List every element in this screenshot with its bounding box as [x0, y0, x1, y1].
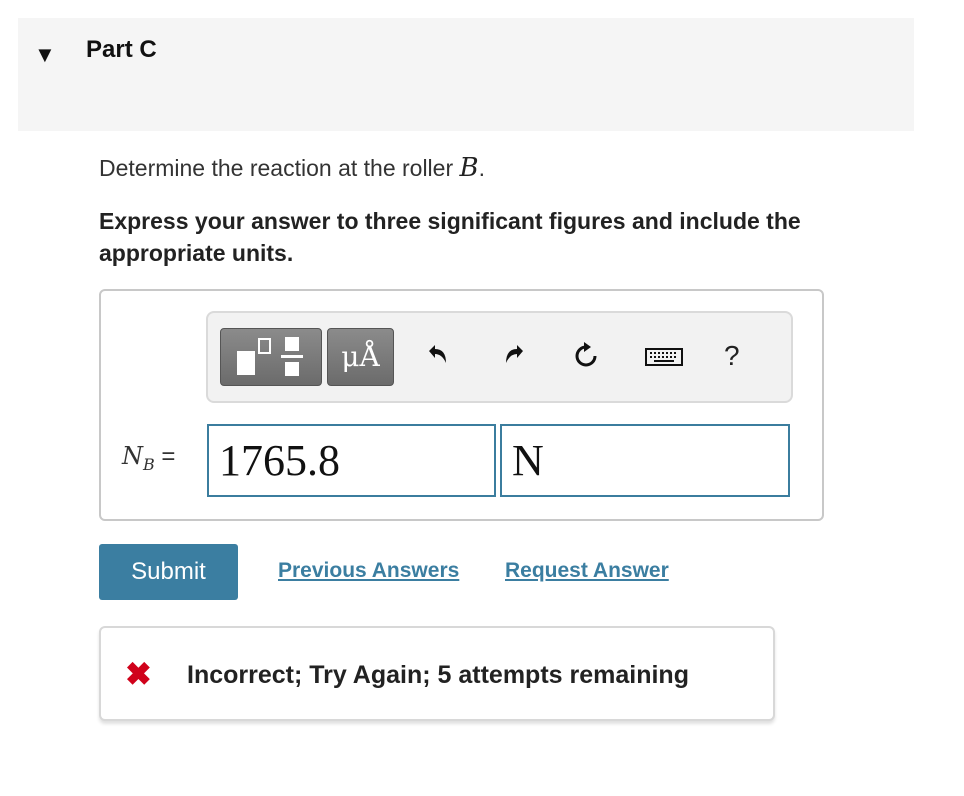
feedback-panel: ✖ Incorrect; Try Again; 5 attempts remai…: [99, 626, 775, 721]
part-title: Part C: [86, 36, 157, 63]
redo-icon[interactable]: [500, 341, 530, 377]
math-toolbar: μÅ ?: [206, 311, 793, 403]
previous-answers-link[interactable]: Previous Answers: [278, 559, 459, 583]
help-button[interactable]: ?: [724, 340, 740, 372]
keyboard-icon[interactable]: [644, 341, 684, 377]
answer-label-eq: =: [154, 443, 176, 470]
templates-button[interactable]: [220, 328, 322, 386]
submit-button[interactable]: Submit: [99, 544, 238, 600]
prompt-text: Determine the reaction at the roller: [99, 155, 460, 181]
feedback-text: Incorrect; Try Again; 5 attempts remaini…: [187, 661, 689, 689]
part-header[interactable]: [18, 18, 914, 131]
prompt-suffix: .: [478, 155, 486, 181]
question-prompt: Determine the reaction at the roller B.: [99, 153, 485, 183]
answer-label-var: N: [122, 442, 143, 470]
value-input[interactable]: 1765.8: [207, 424, 496, 497]
templates-icon: [237, 337, 303, 376]
caret-down-icon[interactable]: ▼: [34, 42, 56, 68]
unit-input[interactable]: N: [500, 424, 790, 497]
reset-icon[interactable]: [571, 341, 601, 377]
prompt-variable: B: [459, 153, 479, 183]
request-answer-link[interactable]: Request Answer: [505, 559, 669, 583]
answer-label-sub: B: [143, 454, 155, 474]
answer-label: NB =: [122, 442, 175, 474]
undo-icon[interactable]: [422, 341, 452, 377]
answer-instructions: Express your answer to three significant…: [99, 208, 801, 266]
x-icon: ✖: [125, 656, 152, 692]
units-button[interactable]: μÅ: [327, 328, 394, 386]
